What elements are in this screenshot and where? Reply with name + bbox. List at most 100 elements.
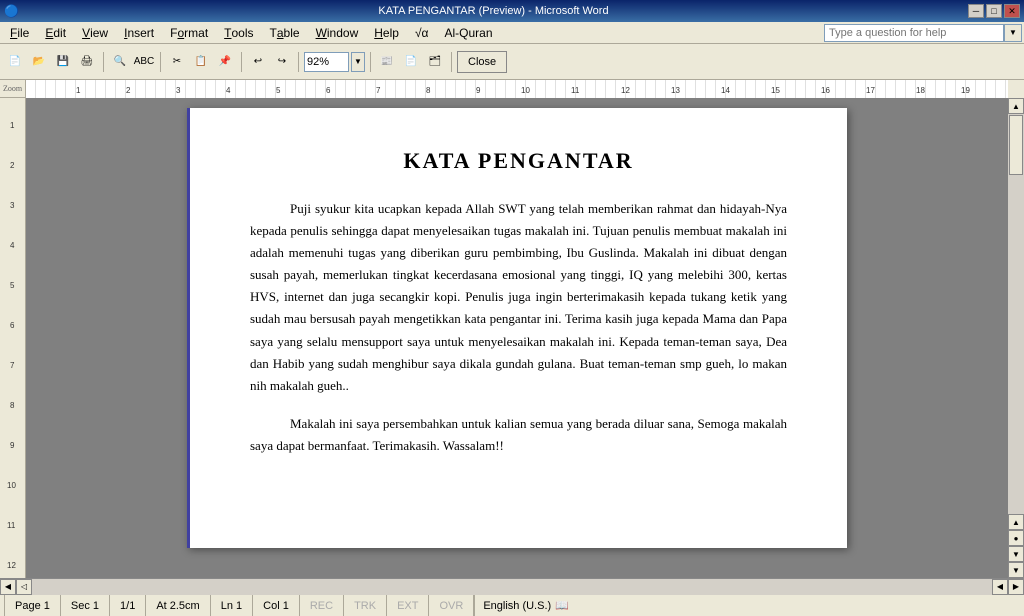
svg-text:5: 5 (276, 86, 281, 95)
menu-table[interactable]: Table (262, 22, 308, 43)
print-btn[interactable]: 🖨 (76, 51, 98, 73)
vertical-ruler: 1 2 3 4 5 6 7 8 9 10 11 12 (0, 98, 26, 578)
svg-text:4: 4 (10, 241, 15, 250)
svg-text:10: 10 (521, 86, 530, 95)
page: KATA PENGANTAR Puji syukur kita ucapkan … (187, 108, 847, 548)
scroll-up-btn[interactable]: ▲ (1008, 98, 1024, 114)
status-rec: REC (300, 595, 344, 616)
new-btn[interactable]: 📄 (4, 51, 26, 73)
close-button[interactable]: ✕ (1004, 4, 1020, 18)
svg-text:17: 17 (866, 86, 875, 95)
window-controls: ─ □ ✕ (968, 4, 1020, 18)
svg-text:6: 6 (10, 321, 15, 330)
paragraph-2: Makalah ini saya persembahkan untuk kali… (250, 413, 787, 457)
svg-text:11: 11 (7, 521, 16, 530)
svg-text:3: 3 (176, 86, 181, 95)
svg-text:1: 1 (10, 121, 15, 130)
preview-btn[interactable]: 🔍 (109, 51, 131, 73)
menu-help[interactable]: Help (366, 22, 407, 43)
title-bar-icon: 🔵 (4, 4, 19, 18)
svg-text:9: 9 (476, 86, 481, 95)
menu-file[interactable]: File (2, 22, 37, 43)
svg-text:3: 3 (10, 201, 15, 210)
save-btn[interactable]: 💾 (52, 51, 74, 73)
horizontal-ruler: 1 2 3 4 5 6 7 8 9 10 11 12 13 14 15 16 1… (26, 80, 1008, 98)
status-sec: Sec 1 (61, 595, 110, 616)
sep4 (298, 52, 299, 72)
spell-btn[interactable]: ABC (133, 51, 155, 73)
svg-text:9: 9 (10, 441, 15, 450)
page-nav-left1[interactable]: ◀ (0, 579, 16, 595)
title-bar: 🔵 KATA PENGANTAR (Preview) - Microsoft W… (0, 0, 1024, 22)
svg-text:18: 18 (916, 86, 925, 95)
menu-formula[interactable]: √α (407, 22, 437, 43)
menu-view[interactable]: View (74, 22, 116, 43)
menu-tools[interactable]: Tools (216, 22, 261, 43)
svg-text:4: 4 (226, 86, 231, 95)
sep2 (160, 52, 161, 72)
svg-text:12: 12 (7, 561, 16, 570)
copy-btn[interactable]: 📋 (190, 51, 212, 73)
status-page-count: 1/1 (110, 595, 146, 616)
scroll-left-btn[interactable]: ◀ (992, 579, 1008, 595)
status-trk: TRK (344, 595, 387, 616)
view1-btn[interactable]: 📰 (376, 51, 398, 73)
scroll-thumb[interactable] (1009, 115, 1023, 175)
paragraph-1: Puji syukur kita ucapkan kepada Allah SW… (250, 198, 787, 397)
prev-page-btn[interactable]: ▲ (1008, 514, 1024, 530)
view2-btn[interactable]: 📄 (400, 51, 422, 73)
title-bar-title: KATA PENGANTAR (Preview) - Microsoft Wor… (19, 5, 968, 17)
horizontal-scrollbar: ◀ ◁ ◀ ▶ (0, 578, 1024, 594)
select-browse-btn[interactable]: ● (1008, 530, 1024, 546)
open-btn[interactable]: 📂 (28, 51, 50, 73)
zoom-dropdown-btn[interactable]: ▼ (351, 52, 365, 72)
scroll-right-btn[interactable]: ▶ (1008, 579, 1024, 595)
page-nav-left2[interactable]: ◁ (16, 579, 32, 595)
menu-window[interactable]: Window (308, 22, 367, 43)
scroll-track[interactable] (1008, 114, 1024, 514)
ruler-svg: 1 2 3 4 5 6 7 8 9 10 11 12 13 14 15 16 1… (26, 80, 1008, 98)
view3-btn[interactable]: 🗂 (424, 51, 446, 73)
sep3 (241, 52, 242, 72)
help-dropdown-btn[interactable]: ▼ (1004, 24, 1022, 42)
language-text: English (U.S.) (483, 600, 551, 612)
undo-btn[interactable]: ↩ (247, 51, 269, 73)
redo-btn[interactable]: ↪ (271, 51, 293, 73)
menu-edit[interactable]: Edit (37, 22, 74, 43)
help-box: ▼ (824, 24, 1022, 42)
svg-text:12: 12 (621, 86, 630, 95)
toolbar: 📄 📂 💾 🖨 🔍 ABC ✂ 📋 📌 ↩ ↪ ▼ 📰 📄 🗂 Close (0, 44, 1024, 80)
menu-alquran[interactable]: Al-Quran (436, 22, 500, 43)
svg-text:8: 8 (10, 401, 15, 410)
svg-text:15: 15 (771, 86, 780, 95)
svg-text:7: 7 (10, 361, 15, 370)
maximize-button[interactable]: □ (986, 4, 1002, 18)
next-page-btn[interactable]: ▼ (1008, 546, 1024, 562)
menu-insert[interactable]: Insert (116, 22, 162, 43)
vertical-ruler-svg: 1 2 3 4 5 6 7 8 9 10 11 12 (0, 98, 26, 578)
svg-text:5: 5 (10, 281, 15, 290)
sep5 (370, 52, 371, 72)
help-input[interactable] (824, 24, 1004, 42)
zoom-input[interactable] (304, 52, 349, 72)
svg-text:16: 16 (821, 86, 830, 95)
svg-text:6: 6 (326, 86, 331, 95)
status-ext: EXT (387, 595, 429, 616)
minimize-button[interactable]: ─ (968, 4, 984, 18)
main-area: 1 2 3 4 5 6 7 8 9 10 11 12 KATA PENGANTA… (0, 98, 1024, 578)
scroll-down-btn[interactable]: ▼ (1008, 562, 1024, 578)
paste-btn[interactable]: 📌 (214, 51, 236, 73)
vertical-scrollbar: ▲ ▲ ● ▼ ▼ (1008, 98, 1024, 578)
menu-format[interactable]: Format (162, 22, 216, 43)
hscroll-track[interactable] (32, 579, 992, 595)
close-preview-btn[interactable]: Close (457, 51, 507, 73)
svg-text:2: 2 (126, 86, 131, 95)
language-icon: 📖 (555, 599, 569, 612)
page-body: Puji syukur kita ucapkan kepada Allah SW… (250, 198, 787, 457)
ruler-container: Zoom 1 2 3 4 5 6 7 8 9 10 11 12 13 14 15… (0, 80, 1024, 98)
svg-text:8: 8 (426, 86, 431, 95)
cut-btn[interactable]: ✂ (166, 51, 188, 73)
sep6 (451, 52, 452, 72)
menu-bar: File Edit View Insert Format Tools Table… (0, 22, 1024, 44)
svg-text:14: 14 (721, 86, 730, 95)
